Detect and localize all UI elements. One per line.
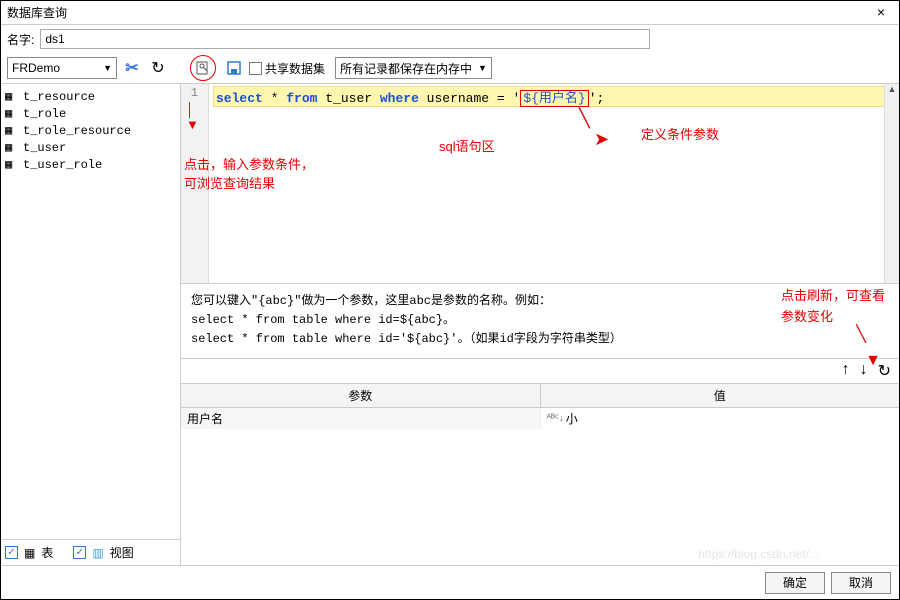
table-icon: ▦ xyxy=(24,546,35,560)
scissors-icon[interactable]: ✂ xyxy=(121,57,143,79)
main-area: 1 select * from t_user where username = … xyxy=(181,84,899,565)
table-icon: ▦ xyxy=(5,140,19,155)
define-param-annotation: 定义条件参数 xyxy=(641,124,719,143)
records-combo[interactable]: 所有记录都保存在内存中 ▼ xyxy=(335,57,492,79)
sidebar-filter-row: ✓ ▦ 表 ✓ ▥ 视图 xyxy=(1,539,180,565)
table-icon: ▦ xyxy=(5,106,19,121)
tree-item[interactable]: ▦t_user xyxy=(3,139,178,156)
view-icon: ▥ xyxy=(92,546,103,560)
records-combo-value: 所有记录都保存在内存中 xyxy=(340,60,472,77)
sidebar: ▦t_resource ▦t_role ▦t_role_resource ▦t_… xyxy=(1,84,181,565)
toolbar: FRDemo ▼ ✂ ↻ 共享数据集 所有记录都保存在内存中 ▼ xyxy=(1,53,899,84)
table-icon: ▦ xyxy=(5,89,19,104)
table-icon: ▦ xyxy=(5,123,19,138)
sql-area-annotation: sql语句区 xyxy=(439,136,495,155)
param-table-header: 参数 值 xyxy=(181,384,899,408)
tree-item[interactable]: ▦t_role_resource xyxy=(3,122,178,139)
footer: 确定 取消 xyxy=(1,565,899,599)
arrow-right-annotation: ╲ ➤ xyxy=(579,108,609,150)
preview-button[interactable] xyxy=(192,57,214,79)
line-number: 1 xyxy=(181,86,208,100)
name-label: 名字: xyxy=(7,31,34,48)
sql-textarea[interactable]: select * from t_user where username = '$… xyxy=(209,84,899,283)
tree-item[interactable]: ▦t_user_role xyxy=(3,156,178,173)
table-tree: ▦t_resource ▦t_role ▦t_role_resource ▦t_… xyxy=(1,84,180,539)
param-highlight: ${用户名} xyxy=(520,90,588,107)
datasource-select[interactable]: FRDemo ▼ xyxy=(7,57,117,79)
preview-circle-annotation xyxy=(190,55,216,81)
window-title: 数据库查询 xyxy=(7,4,869,21)
ok-button[interactable]: 确定 xyxy=(765,572,825,594)
arrow-down-annotation: │▼ xyxy=(186,102,199,132)
share-checkbox[interactable]: 共享数据集 xyxy=(249,60,325,77)
param-name-cell: 用户名 xyxy=(181,408,541,429)
param-toolbar: ↑ ↓ ↻ xyxy=(181,359,899,383)
sql-line: select * from t_user where username = '$… xyxy=(213,86,895,107)
cancel-button[interactable]: 取消 xyxy=(831,572,891,594)
name-input[interactable] xyxy=(40,29,650,49)
table-filter-checkbox[interactable]: ✓ xyxy=(5,546,18,559)
move-up-icon[interactable]: ↑ xyxy=(842,361,850,381)
sql-editor: 1 select * from t_user where username = … xyxy=(181,84,899,284)
hint-line: select * from table where id='${abc}'。（如… xyxy=(191,330,889,349)
datasource-value: FRDemo xyxy=(12,61,60,75)
view-filter-checkbox[interactable]: ✓ xyxy=(73,546,86,559)
chevron-down-icon: ▼ xyxy=(478,63,487,73)
name-row: 名字: xyxy=(1,25,899,53)
scroll-up-icon[interactable]: ▲ xyxy=(885,84,899,99)
titlebar: 数据库查询 × xyxy=(1,1,899,25)
view-filter-label: 视图 xyxy=(110,544,134,561)
save-icon[interactable] xyxy=(223,57,245,79)
share-label: 共享数据集 xyxy=(265,60,325,77)
param-table: 参数 值 用户名 ᴬᴮᶜ↓ 小 xyxy=(181,383,899,565)
preview-annotation: 点击，输入参数条件， 可浏览查询结果 xyxy=(184,154,314,192)
arrow-down-annotation: ╲ ▼ xyxy=(856,322,881,373)
hint-panel: 您可以键入"{abc}"做为一个参数，这里abc是参数的名称。例如： selec… xyxy=(181,284,899,359)
type-icon: ᴬᴮᶜ↓ xyxy=(547,413,564,424)
table-filter-label: 表 xyxy=(41,544,53,561)
table-icon: ▦ xyxy=(5,157,19,172)
refresh-icon[interactable]: ↻ xyxy=(147,57,169,79)
param-value-cell[interactable]: ᴬᴮᶜ↓ 小 xyxy=(541,408,900,429)
param-row[interactable]: 用户名 ᴬᴮᶜ↓ 小 xyxy=(181,408,899,429)
col-param: 参数 xyxy=(181,384,541,407)
chevron-down-icon: ▼ xyxy=(103,63,112,73)
col-value: 值 xyxy=(541,384,900,407)
tree-item[interactable]: ▦t_resource xyxy=(3,88,178,105)
checkbox-icon xyxy=(249,62,262,75)
vertical-scrollbar[interactable]: ▲ xyxy=(884,84,899,283)
close-icon[interactable]: × xyxy=(869,3,893,23)
tree-item[interactable]: ▦t_role xyxy=(3,105,178,122)
